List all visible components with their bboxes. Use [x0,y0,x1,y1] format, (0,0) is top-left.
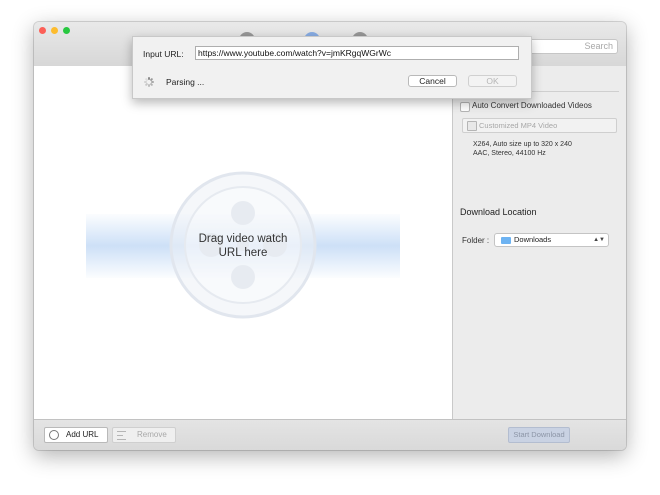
url-input[interactable] [195,46,519,60]
preset-audio-spec: AAC, Stereo, 44100 Hz [473,150,546,157]
search-field[interactable]: Search [518,39,618,54]
chevron-updown-icon: ▲▼ [593,237,605,243]
add-url-label: Add URL [66,430,99,439]
add-url-button[interactable]: Add URL [44,427,108,443]
options-sidebar: Auto Convert Downloaded Videos Customize… [453,66,626,419]
drop-line-2: URL here [218,247,268,259]
drop-instruction: Drag video watch URL here [86,232,400,260]
parsing-status: Parsing ... [166,77,205,87]
download-location-title: Download Location [460,207,537,217]
minimize-window-button[interactable] [51,27,58,34]
close-window-button[interactable] [39,27,46,34]
folder-icon [501,237,511,244]
preset-label: Customized MP4 Video [479,121,558,130]
preset-button[interactable]: Customized MP4 Video [462,118,617,133]
start-download-button[interactable]: Start Download [508,427,570,443]
cancel-button[interactable]: Cancel [408,75,457,87]
list-icon [117,431,126,440]
auto-convert-checkbox[interactable] [460,102,470,112]
globe-icon [49,430,59,440]
video-drop-area[interactable]: Drag video watch URL here [34,66,453,419]
folder-label: Folder : [462,236,490,245]
folder-select[interactable]: Downloads ▲▼ [494,233,609,247]
spinner-icon [144,77,154,87]
remove-button[interactable]: Remove [112,427,176,443]
ok-button[interactable]: OK [468,75,517,87]
preset-video-spec: X264, Auto size up to 320 x 240 [473,141,572,148]
bottom-toolbar: Add URL Remove Start Download [34,419,626,450]
input-url-sheet: Input URL: Parsing ... Cancel OK [132,36,532,99]
folder-value: Downloads [514,235,552,244]
video-file-icon [467,121,477,131]
preset-description: X264, Auto size up to 320 x 240 AAC, Ste… [473,140,572,158]
auto-convert-label[interactable]: Auto Convert Downloaded Videos [472,101,592,110]
input-url-label: Input URL: [143,49,184,59]
maximize-window-button[interactable] [63,27,70,34]
drop-line-1: Drag video watch [198,233,288,245]
remove-label: Remove [137,430,167,439]
